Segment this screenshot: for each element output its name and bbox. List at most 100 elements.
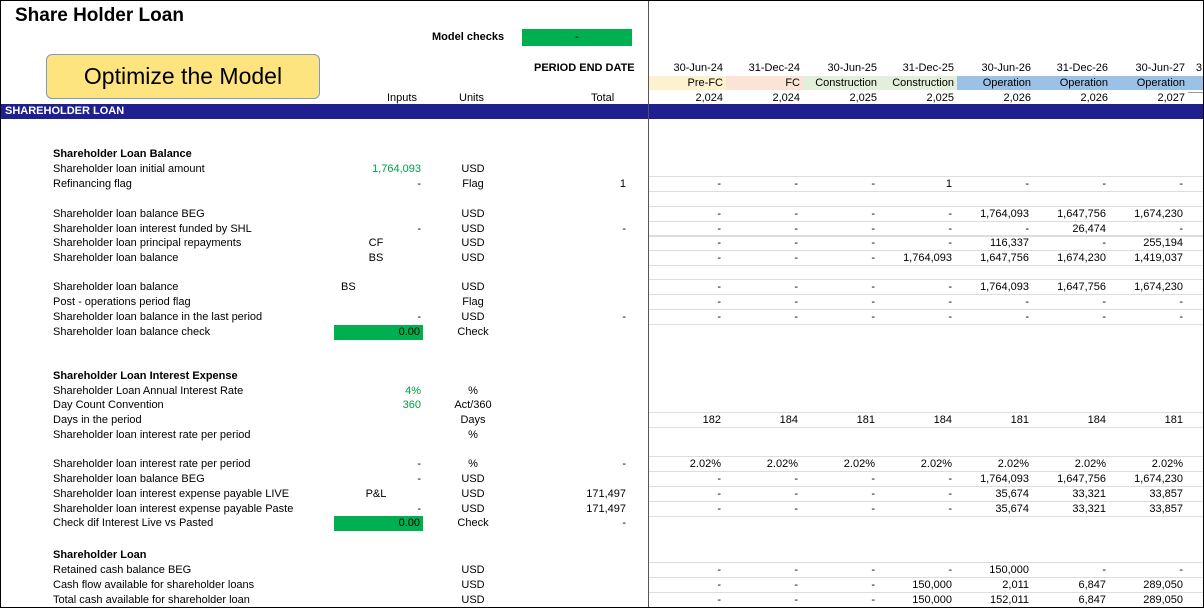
- row-unit: USD: [461, 473, 485, 485]
- period-cell: 1,674,230: [1057, 252, 1106, 264]
- period-cell: -: [948, 208, 952, 220]
- period-cell: 1,647,756: [980, 252, 1029, 264]
- row-gridline: [649, 235, 1203, 236]
- row-label: Total cash available for shareholder loa…: [53, 594, 250, 606]
- row-unit: USD: [461, 564, 485, 576]
- period-cell: -: [871, 564, 875, 576]
- row-label: Shareholder loan interest rate per perio…: [53, 429, 251, 441]
- row-unit: Flag: [462, 178, 484, 190]
- period-cell: -: [794, 178, 798, 190]
- period-cell: -: [794, 594, 798, 606]
- period-phase: Operation: [1034, 76, 1111, 90]
- row-label: Retained cash balance BEG: [53, 564, 192, 576]
- row-gridline: [649, 562, 1203, 563]
- row-gridline: [649, 294, 1203, 295]
- period-cell: -: [948, 473, 952, 485]
- row-total: -: [622, 223, 626, 235]
- period-cell: -: [871, 178, 875, 190]
- row-label: Shareholder loan initial amount: [53, 163, 205, 175]
- period-cell: -: [871, 594, 875, 606]
- period-phase: [1188, 76, 1203, 90]
- row-input[interactable]: 360: [331, 399, 421, 411]
- period-cell: 182: [702, 414, 721, 426]
- row-input: 0.00: [334, 516, 423, 531]
- period-phase: Pre-FC: [649, 76, 726, 90]
- optimize-model-button[interactable]: Optimize the Model: [46, 54, 320, 99]
- period-date: 31-Dec-26: [1056, 62, 1108, 74]
- row-label: Shareholder loan interest funded by SHL: [53, 223, 252, 235]
- period-cell: -: [1179, 564, 1183, 576]
- period-cell: -: [871, 281, 875, 293]
- period-cell: -: [794, 473, 798, 485]
- row-label: Shareholder loan interest expense payabl…: [53, 488, 290, 500]
- row-input[interactable]: 1,764,093: [331, 163, 421, 175]
- period-cell: -: [871, 311, 875, 323]
- row-label: Shareholder loan balance in the last per…: [53, 311, 263, 323]
- row-label: Days in the period: [53, 414, 142, 426]
- period-cell: -: [794, 564, 798, 576]
- period-cell: 26,474: [1072, 223, 1106, 235]
- period-cell: -: [717, 208, 721, 220]
- row-label: Day Count Convention: [53, 399, 164, 411]
- row-label: Shareholder loan balance: [53, 281, 179, 293]
- row-unit: USD: [461, 503, 485, 515]
- row-label: Cash flow available for shareholder loan…: [53, 579, 255, 591]
- period-cell: 2,011: [1002, 579, 1029, 591]
- row-label: Shareholder Loan Interest Expense: [53, 370, 238, 382]
- row-gridline: [649, 176, 1203, 177]
- row-input[interactable]: 4%: [331, 385, 421, 397]
- row-label: Shareholder loan balance: [53, 252, 179, 264]
- period-cell: 152,011: [990, 594, 1029, 606]
- model-checks-indicator: -: [522, 29, 632, 46]
- row-label: Shareholder loan balance BEG: [53, 473, 205, 485]
- period-cell: -: [871, 503, 875, 515]
- period-phase: Construction: [880, 76, 957, 90]
- period-cell: -: [948, 281, 952, 293]
- row-unit: %: [468, 385, 478, 397]
- row-label: Shareholder Loan Annual Interest Rate: [53, 385, 244, 397]
- period-cell: 1: [945, 178, 952, 190]
- period-cell: 2.02%: [997, 458, 1029, 470]
- period-date: 31-Dec-24: [748, 62, 800, 74]
- period-cell: 1,647,756: [1057, 473, 1106, 485]
- period-cell: -: [948, 237, 952, 249]
- row-unit: USD: [461, 488, 485, 500]
- row-unit: Flag: [462, 296, 484, 308]
- period-cell: -: [794, 223, 798, 235]
- row-label: Check dif Interest Live vs Pasted: [53, 517, 214, 529]
- row-unit: %: [468, 458, 478, 470]
- period-date: 30-Jun-24: [673, 62, 723, 74]
- row-gridline: [649, 577, 1203, 578]
- period-cell: -: [1102, 178, 1106, 190]
- row-unit: USD: [461, 281, 485, 293]
- row-gridline: [649, 486, 1203, 487]
- period-cell: -: [794, 579, 798, 591]
- period-cell: -: [717, 237, 721, 249]
- row-gridline: [649, 412, 1203, 413]
- period-cell: -: [1102, 311, 1106, 323]
- period-cell: -: [1179, 178, 1183, 190]
- period-cell: 6,847: [1078, 579, 1106, 591]
- row-label: Shareholder loan balance check: [53, 326, 211, 338]
- row-gridline: [649, 592, 1203, 593]
- period-cell: -: [948, 311, 952, 323]
- row-unit: USD: [461, 223, 485, 235]
- period-cell: -: [1179, 311, 1183, 323]
- period-cell: -: [717, 223, 721, 235]
- period-phase: FC: [726, 76, 803, 90]
- period-cell: -: [1179, 296, 1183, 308]
- row-unit: Days: [460, 414, 486, 426]
- period-cell: -: [717, 579, 721, 591]
- row-gridline: [649, 324, 1203, 325]
- period-cell: -: [871, 252, 875, 264]
- period-cell: -: [871, 296, 875, 308]
- period-cell: 184: [933, 414, 952, 426]
- period-cell: -: [948, 296, 952, 308]
- period-cell: 181: [1010, 414, 1029, 426]
- period-cell: 1,674,230: [1134, 208, 1183, 220]
- row-gridline: [649, 279, 1203, 280]
- period-cell: -: [717, 594, 721, 606]
- row-gridline: [649, 427, 1203, 428]
- period-cell: 116,337: [990, 237, 1029, 249]
- row-unit: Act/360: [454, 399, 492, 411]
